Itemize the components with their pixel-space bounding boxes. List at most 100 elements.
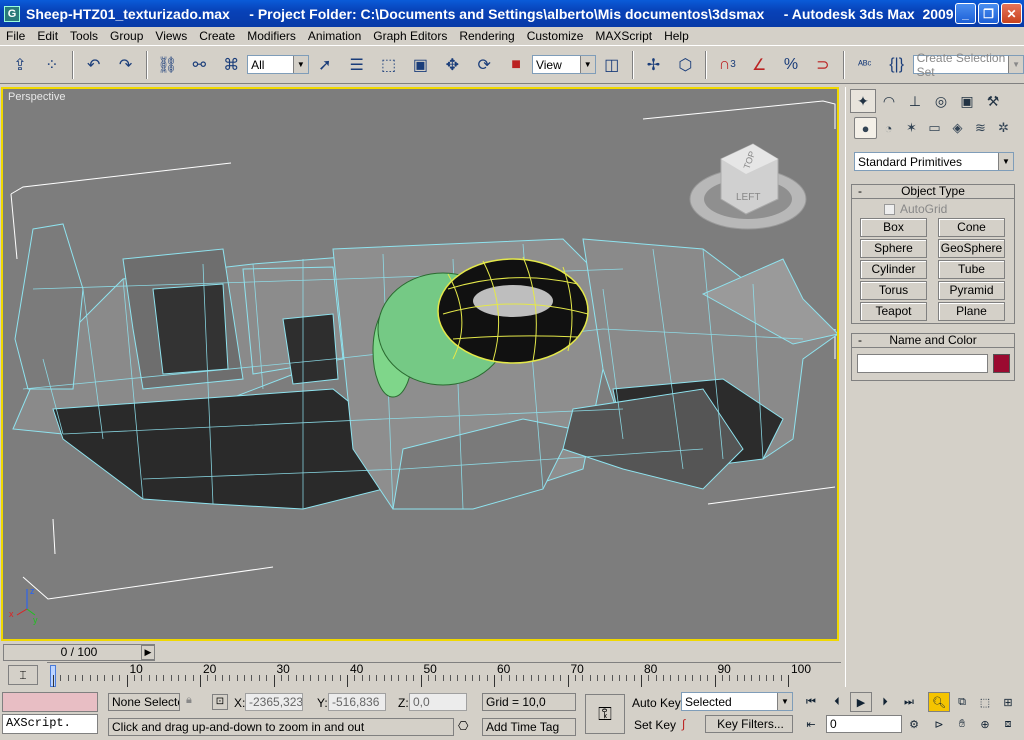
tube-button[interactable]: Tube (938, 260, 1005, 279)
pivot-center-icon[interactable]: ◫ (599, 52, 625, 78)
angle-snap-icon[interactable]: ∠ (746, 52, 772, 78)
plane-button[interactable]: Plane (938, 302, 1005, 321)
play-icon[interactable]: ▶ (850, 692, 872, 712)
time-slider[interactable]: 0 / 100 (3, 644, 155, 661)
reference-coordinate-dropdown[interactable]: View ▼ (531, 55, 596, 74)
name-and-color-header[interactable]: - Name and Color (851, 333, 1015, 348)
current-frame-field[interactable]: 0 (826, 715, 902, 733)
selection-filter-dropdown[interactable]: All ▼ (247, 55, 309, 74)
x-coordinate-field[interactable]: -2365,323 (245, 693, 303, 711)
edit-named-selections-icon[interactable]: ᴬᴮᶜ (852, 52, 878, 78)
menu-maxscript[interactable]: MAXScript (589, 29, 658, 43)
display-tab-icon[interactable]: ▣ (954, 89, 980, 113)
menu-edit[interactable]: Edit (31, 29, 64, 43)
geometry-icon[interactable]: ● (854, 117, 877, 139)
hierarchy-tab-icon[interactable]: ⊥ (902, 89, 928, 113)
cameras-icon[interactable]: ▭ (923, 117, 946, 139)
default-tangent-icon[interactable]: ∫ (682, 717, 685, 731)
object-name-input[interactable] (857, 354, 988, 373)
object-color-swatch[interactable] (993, 354, 1010, 373)
zoom-icon[interactable]: 🔍︎ (928, 692, 950, 712)
pyramid-button[interactable]: Pyramid (938, 281, 1005, 300)
orbit-icon[interactable]: ⊕ (974, 714, 996, 734)
auto-key-button[interactable]: Auto Key (632, 696, 681, 710)
modify-tab-icon[interactable]: ◠ (876, 89, 902, 113)
field-of-view-icon[interactable]: ⊳ (928, 714, 950, 734)
menu-create[interactable]: Create (193, 29, 241, 43)
lights-icon[interactable]: ✶ (900, 117, 923, 139)
menu-graph-editors[interactable]: Graph Editors (367, 29, 453, 43)
autogrid-checkbox[interactable]: AutoGrid (884, 202, 947, 216)
cylinder-button[interactable]: Cylinder (860, 260, 927, 279)
snap-toggle-icon[interactable]: ∩ 3 (714, 52, 740, 78)
spinner-snap-icon[interactable]: ⊃ (810, 52, 836, 78)
create-tab-icon[interactable]: ✦ (850, 89, 876, 113)
menu-rendering[interactable]: Rendering (453, 29, 520, 43)
window-crossing-icon[interactable]: ▣ (407, 52, 433, 78)
bind-icon[interactable]: ⌘ (218, 52, 244, 78)
absolute-mode-icon[interactable]: ⊡ (212, 694, 228, 710)
next-frame-icon[interactable]: ⏵ (874, 692, 896, 712)
mirror-icon[interactable]: {|} (884, 52, 910, 78)
previous-frame-icon[interactable]: ⏴ (826, 692, 848, 712)
rotate-icon[interactable]: ⟳ (471, 52, 497, 78)
app-icon[interactable]: G (4, 5, 20, 22)
menu-customize[interactable]: Customize (521, 29, 590, 43)
space-warps-icon[interactable]: ≋ (969, 117, 992, 139)
menu-file[interactable]: File (0, 29, 31, 43)
shapes-icon[interactable]: ◔ (877, 117, 900, 139)
maximize-button[interactable]: ❐ (978, 3, 999, 24)
undo-icon[interactable]: ↶ (81, 52, 107, 78)
time-configuration-icon[interactable]: ⚙ (903, 714, 925, 734)
lock-icon[interactable]: 🔒︎ (186, 694, 192, 707)
named-selection-set-input[interactable]: Create Selection Set ▼ (912, 51, 1024, 79)
menu-modifiers[interactable]: Modifiers (241, 29, 302, 43)
key-mode-toggle-icon[interactable]: ⇤ (800, 714, 822, 734)
menu-animation[interactable]: Animation (302, 29, 367, 43)
bind-space-warp-icon[interactable]: ⁘ (39, 52, 65, 78)
menu-help[interactable]: Help (658, 29, 695, 43)
key-filters-button[interactable]: Key Filters... (705, 715, 793, 733)
pan-view-icon[interactable]: ✋︎ (951, 714, 973, 734)
maxscript-listener[interactable]: AXScript. (2, 714, 98, 734)
helpers-icon[interactable]: ◈ (946, 117, 969, 139)
category-dropdown[interactable]: Standard Primitives ▼ (854, 152, 1014, 171)
zoom-extents-icon[interactable]: ⬚ (974, 692, 996, 712)
menu-tools[interactable]: Tools (64, 29, 104, 43)
minimize-button[interactable]: _ (955, 3, 976, 24)
menu-views[interactable]: Views (149, 29, 193, 43)
utilities-tab-icon[interactable]: ⚒ (980, 89, 1006, 113)
percent-snap-icon[interactable]: % (778, 52, 804, 78)
close-button[interactable]: ✕ (1001, 3, 1022, 24)
scale-icon[interactable]: ■ (503, 52, 529, 78)
zoom-extents-all-icon[interactable]: ⊞ (997, 692, 1019, 712)
box-button[interactable]: Box (860, 218, 927, 237)
z-coordinate-field[interactable]: 0,0 (409, 693, 467, 711)
go-to-start-icon[interactable]: ⏮ (800, 692, 822, 712)
motion-tab-icon[interactable]: ◎ (928, 89, 954, 113)
rectangular-selection-icon[interactable]: ⬚ (376, 52, 402, 78)
maxscript-listener-top[interactable] (2, 692, 98, 712)
sphere-button[interactable]: Sphere (860, 239, 927, 258)
redo-icon[interactable]: ↷ (113, 52, 139, 78)
key-mode-dropdown[interactable]: Selected ▼ (681, 692, 793, 711)
systems-icon[interactable]: ✲ (992, 117, 1015, 139)
manipulate-icon[interactable]: ✢ (641, 52, 667, 78)
viewcube[interactable]: TOP LEFT (689, 143, 807, 230)
set-key-button[interactable]: Set Key (634, 718, 676, 732)
zoom-all-icon[interactable]: ⧉ (951, 692, 973, 712)
torus-button[interactable]: Torus (860, 281, 927, 300)
trackbar-toggle-icon[interactable]: ⌶ (8, 665, 38, 685)
unlink-icon[interactable]: ⚯ (186, 52, 212, 78)
keyboard-shortcut-override-icon[interactable]: ⬡ (672, 52, 698, 78)
link-icon[interactable]: ⛓ (155, 52, 181, 78)
track-bar[interactable]: 0102030405060708090100 (47, 662, 841, 688)
select-and-link-icon[interactable]: ⇪ (7, 52, 33, 78)
cone-button[interactable]: Cone (938, 218, 1005, 237)
move-icon[interactable]: ✥ (439, 52, 465, 78)
object-type-header[interactable]: - Object Type (851, 184, 1015, 199)
set-key-icon[interactable]: ⚿ (585, 694, 625, 734)
y-coordinate-field[interactable]: -516,836 (328, 693, 386, 711)
maximize-viewport-icon[interactable]: ⧈ (997, 714, 1019, 734)
go-to-end-icon[interactable]: ⏭ (898, 692, 920, 712)
